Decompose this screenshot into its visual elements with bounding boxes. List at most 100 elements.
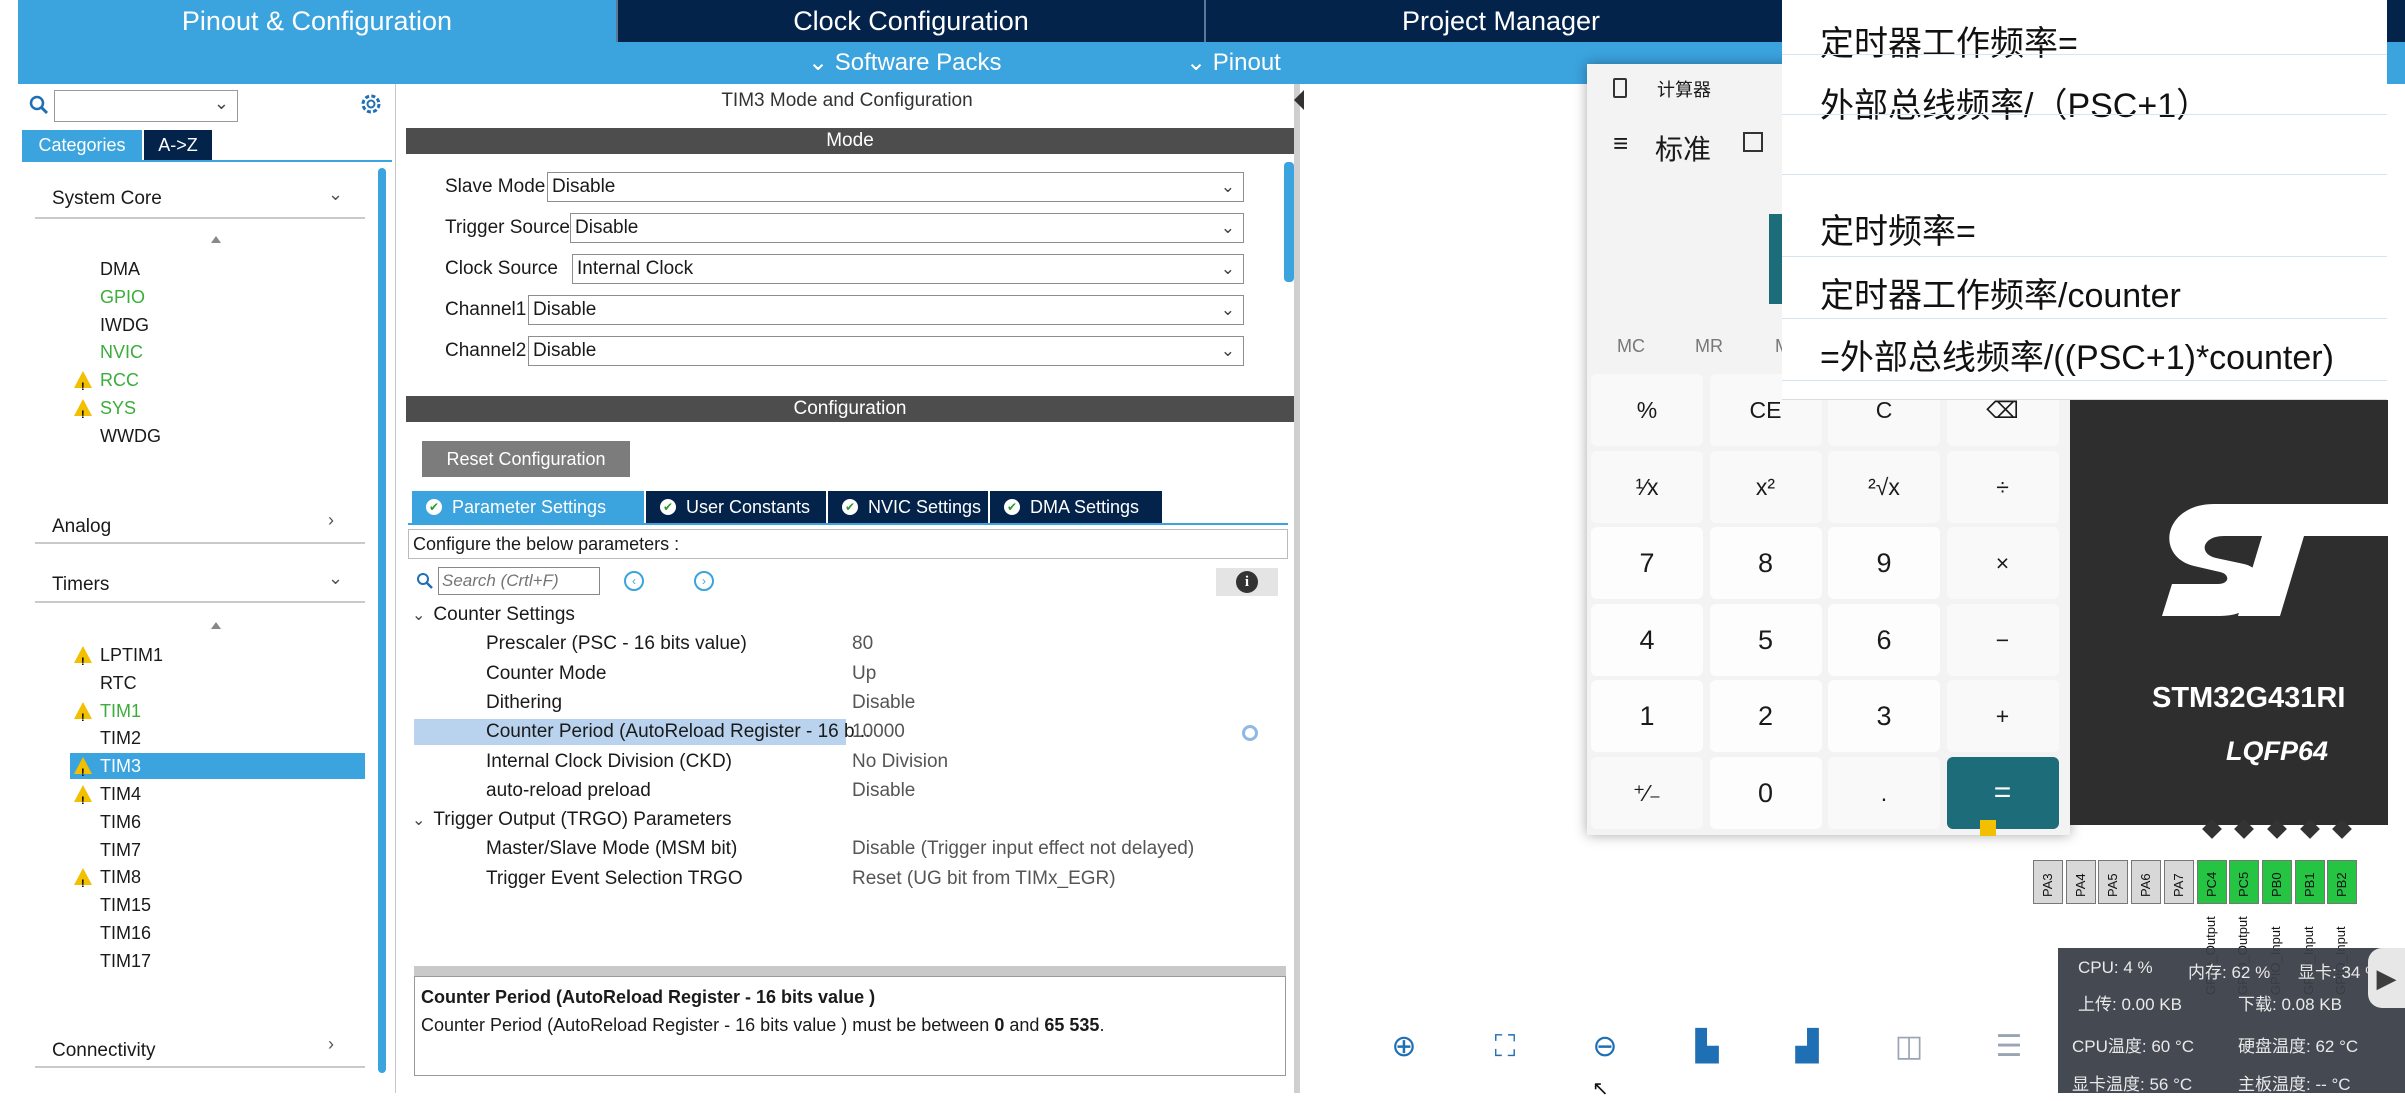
calc-digit-4-button[interactable]: 4 (1591, 603, 1703, 676)
parameter-group[interactable]: ⌄ Counter Settings (412, 604, 575, 626)
calc-plus-button[interactable]: + (1946, 680, 2059, 752)
calc-digit-9-button[interactable]: 9 (1828, 527, 1940, 599)
calc-minus-button[interactable]: − (1946, 603, 2059, 676)
horizontal-scrollbar[interactable] (414, 966, 1286, 976)
sidebar-item-tim6[interactable]: TIM6 (70, 809, 365, 835)
search-icon[interactable] (28, 94, 50, 121)
gear-icon[interactable] (358, 91, 384, 122)
mode-select-trigger-source[interactable]: Disable ⌄ (570, 213, 1244, 243)
sidebar-item-dma[interactable]: DMA (70, 256, 365, 282)
calc-multiply-button[interactable]: × (1946, 527, 2059, 599)
chip-pin-pb0[interactable]: PB0 (2261, 860, 2292, 904)
calc-decimal-button[interactable]: . (1828, 756, 1940, 829)
parameter-value[interactable]: 80 (852, 633, 873, 655)
calc-digit-0-button[interactable]: 0 (1709, 756, 1822, 829)
chip-pin-pc4[interactable]: PC4 (2196, 860, 2227, 904)
parameter-value[interactable]: Reset (UG bit from TIMx_EGR) (852, 868, 1116, 890)
calc-divide-button[interactable]: ÷ (1946, 450, 2059, 523)
calc-digit-6-button[interactable]: 6 (1828, 603, 1940, 676)
parameter-value[interactable]: Disable (Trigger input effect not delaye… (852, 838, 1194, 860)
section-connectivity[interactable]: Connectivity (52, 1040, 156, 1062)
keep-on-top-icon[interactable] (1743, 132, 1763, 152)
sidebar-item-iwdg[interactable]: IWDG (70, 312, 365, 338)
sidebar-item-tim4[interactable]: TIM4 (70, 781, 365, 814)
info-button[interactable]: i (1216, 568, 1278, 596)
sidebar-item-tim16[interactable]: TIM16 (70, 920, 365, 946)
search-previous-icon[interactable]: ‹ (624, 571, 644, 591)
reset-configuration-button[interactable]: Reset Configuration (422, 441, 630, 477)
tab-nvic-settings[interactable]: ✔ NVIC Settings (828, 491, 988, 523)
section-system-core[interactable]: System Core (52, 188, 162, 210)
sidebar-item-wwdg[interactable]: WWDG (70, 423, 365, 449)
calc-digit-1-button[interactable]: 1 (1591, 680, 1703, 752)
sidebar-item-rcc[interactable]: RCC (70, 367, 365, 400)
memory-clear-button[interactable]: MC (1617, 336, 1645, 357)
tab-clock-configuration[interactable]: Clock Configuration (618, 0, 1204, 42)
software-packs-menu[interactable]: ⌄ Software Packs (808, 42, 1002, 84)
scroll-up-arrow-icon[interactable] (211, 236, 221, 243)
parameter-value[interactable]: Disable (852, 780, 915, 802)
parameter-name[interactable]: Counter Period (AutoReload Register - 16… (486, 721, 870, 743)
calc-square-button[interactable]: x² (1709, 450, 1822, 523)
sidebar-item-tim17[interactable]: TIM17 (70, 948, 365, 974)
hamburger-menu-icon[interactable]: ≡ (1613, 128, 1628, 159)
zoom-out-icon[interactable]: ⊖ (1588, 1030, 1622, 1064)
parameter-name[interactable]: Counter Mode (486, 663, 606, 685)
calc-equals-button[interactable]: = (1946, 756, 2059, 829)
chevron-right-icon[interactable]: › (328, 510, 334, 531)
parameter-name[interactable]: Dithering (486, 692, 562, 714)
chip-pin-pa3[interactable]: PA3 (2033, 860, 2063, 904)
chip-pin-pb1[interactable]: PB1 (2294, 860, 2325, 904)
parameter-search-input[interactable] (438, 567, 600, 595)
calc-digit-7-button[interactable]: 7 (1591, 527, 1703, 599)
chevron-right-icon[interactable]: › (328, 1034, 334, 1055)
calc-negate-button[interactable]: ⁺⁄₋ (1591, 756, 1703, 829)
calc-square-root-button[interactable]: ²√x (1828, 450, 1940, 523)
tab-dma-settings[interactable]: ✔ DMA Settings (990, 491, 1162, 523)
mcu-chip-view[interactable]: STM32G431RI LQFP64 (2070, 400, 2388, 825)
sidebar-item-tim8[interactable]: TIM8 (70, 864, 365, 897)
tab-project-manager[interactable]: Project Manager (1206, 0, 1796, 42)
memory-recall-button[interactable]: MR (1695, 336, 1723, 357)
calc-digit-2-button[interactable]: 2 (1709, 680, 1822, 752)
chevron-down-icon[interactable]: ⌄ (328, 568, 343, 589)
rotate-left-icon[interactable]: ▙ (1690, 1030, 1724, 1064)
chip-pin-pa6[interactable]: PA6 (2131, 860, 2162, 904)
play-icon[interactable]: ▶ (2368, 948, 2405, 1008)
chip-pin-pa4[interactable]: PA4 (2065, 860, 2096, 904)
calc-digit-8-button[interactable]: 8 (1709, 527, 1822, 599)
sidebar-item-nvic[interactable]: NVIC (70, 339, 365, 365)
sidebar-item-lptim1[interactable]: LPTIM1 (70, 642, 365, 675)
layout-icon[interactable]: ☰ (1992, 1030, 2026, 1064)
rotate-right-icon[interactable]: ▟ (1790, 1030, 1824, 1064)
search-next-icon[interactable]: › (694, 571, 714, 591)
chip-pin-pa5[interactable]: PA5 (2098, 860, 2129, 904)
sidebar-item-tim7[interactable]: TIM7 (70, 837, 365, 863)
reset-value-icon[interactable] (1242, 725, 1258, 742)
zoom-in-icon[interactable]: ⊕ (1387, 1030, 1421, 1064)
parameter-value[interactable]: No Division (852, 751, 948, 773)
parameter-value[interactable]: 10000 (852, 721, 905, 743)
tab-categories[interactable]: Categories (22, 130, 142, 160)
parameter-name[interactable]: Internal Clock Division (CKD) (486, 751, 732, 773)
fit-to-window-icon[interactable]: ⛶ (1488, 1030, 1522, 1064)
collapse-arrow-icon[interactable] (1294, 90, 1304, 110)
mode-select-channel2[interactable]: Disable ⌄ (528, 336, 1244, 366)
section-timers[interactable]: Timers (52, 574, 109, 596)
parameter-name[interactable]: Trigger Event Selection TRGO (486, 868, 743, 890)
flip-icon[interactable]: ◫ (1892, 1030, 1926, 1064)
mode-scrollbar[interactable] (1284, 162, 1294, 282)
calc-reciprocal-button[interactable]: ¹⁄x (1591, 450, 1703, 523)
sidebar-item-tim15[interactable]: TIM15 (70, 892, 365, 918)
calc-digit-3-button[interactable]: 3 (1828, 680, 1940, 752)
sidebar-item-tim2[interactable]: TIM2 (70, 725, 365, 751)
calc-digit-5-button[interactable]: 5 (1709, 603, 1822, 676)
chip-pin-pb2[interactable]: PB2 (2327, 860, 2358, 904)
section-analog[interactable]: Analog (52, 516, 111, 538)
sidebar-item-tim1[interactable]: TIM1 (70, 698, 365, 731)
chevron-down-icon[interactable]: ⌄ (328, 184, 343, 205)
mode-select-slave-mode[interactable]: Disable ⌄ (547, 172, 1244, 202)
tab-pinout-configuration[interactable]: Pinout & Configuration (18, 0, 616, 42)
chip-pin-pa7[interactable]: PA7 (2163, 860, 2194, 904)
parameter-value[interactable]: Up (852, 663, 876, 685)
